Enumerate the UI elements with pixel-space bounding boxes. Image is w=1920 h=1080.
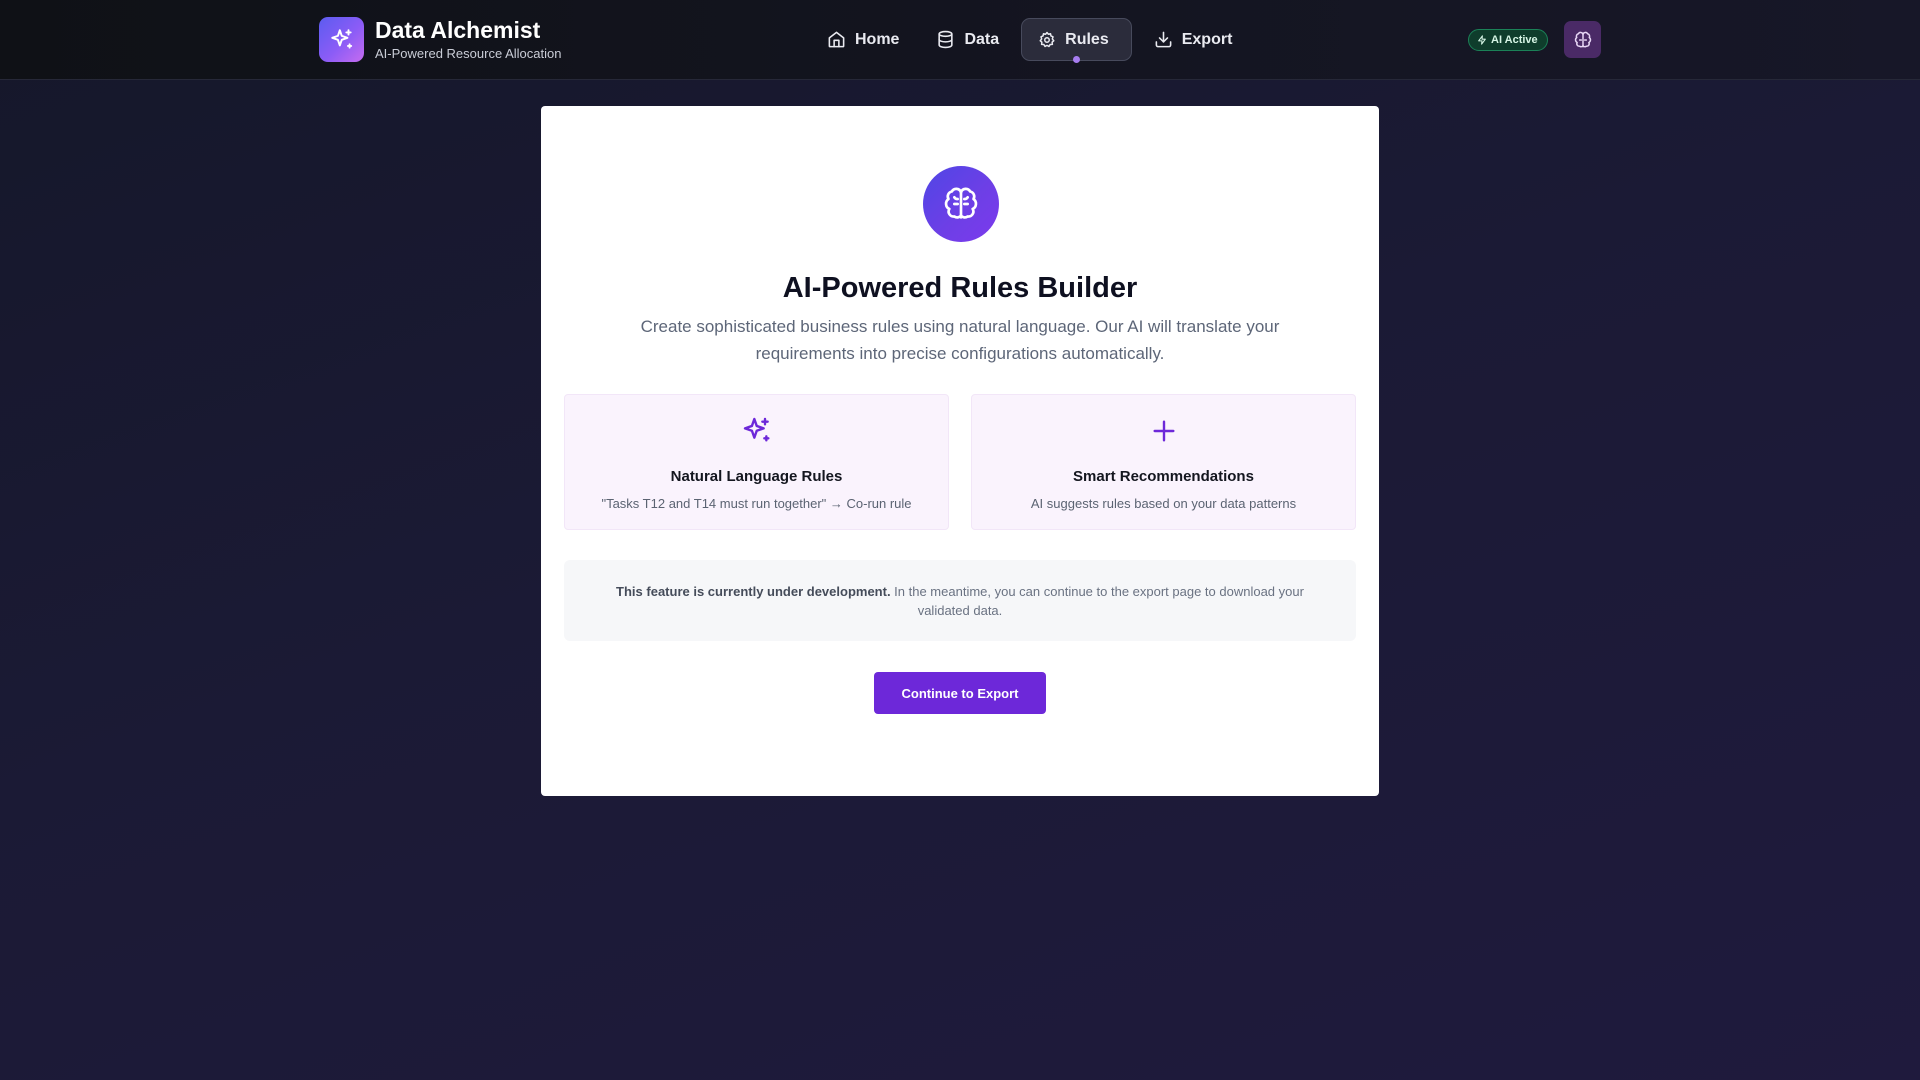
nav-rules-label: Rules [1065,30,1109,48]
development-notice: This feature is currently under developm… [564,560,1356,641]
database-icon [938,30,954,49]
feature-title: Natural Language Rules [670,468,843,485]
notice-bold-text: This feature is currently under developm… [616,584,891,599]
nav-data-label: Data [964,30,1000,48]
nav-home-label: Home [855,30,900,48]
download-icon [1155,31,1172,48]
nav-export[interactable]: Export [1139,18,1248,61]
active-indicator-dot [1073,56,1081,63]
nav-export-label: Export [1181,30,1233,48]
gear-icon [1039,31,1055,47]
brand-subtitle: AI-Powered Resource Allocation [375,46,562,61]
feature-card-smart-recommendations: Smart Recommendations AI suggests rules … [971,394,1356,530]
feature-card-natural-language: Natural Language Rules "Tasks T12 and T1… [564,394,949,530]
nav-data[interactable]: Data [921,18,1014,61]
zap-icon [1478,35,1486,45]
feature-title: Smart Recommendations [1073,468,1254,485]
home-icon [828,31,845,48]
page-description: Create sophisticated business rules usin… [640,317,1280,363]
brand-title: Data Alchemist [375,17,541,43]
brand[interactable]: Data Alchemist AI-Powered Resource Alloc… [319,17,561,62]
main-nav: Home Data Rules Export [812,18,1254,63]
rules-builder-card: AI-Powered Rules Builder Create sophisti… [541,106,1379,796]
notice-text: In the meantime, you can continue to the… [890,584,1304,618]
plus-icon [1152,420,1175,442]
ai-status-label: AI Active [1491,34,1538,46]
sparkles-logo-icon [319,17,364,62]
nav-rules[interactable]: Rules [1021,18,1132,63]
feature-description: AI suggests rules based on your data pat… [1030,496,1297,511]
feature-description: "Tasks T12 and T14 must run together" → … [601,496,912,511]
continue-to-export-button[interactable]: Continue to Export [874,672,1046,714]
sparkles-icon [743,417,770,442]
ai-assistant-button[interactable] [1564,21,1601,58]
ai-status-badge: AI Active [1468,29,1548,51]
page-title: AI-Powered Rules Builder [782,272,1138,304]
top-navbar: Data Alchemist AI-Powered Resource Alloc… [0,0,1920,80]
nav-home[interactable]: Home [812,18,914,61]
brain-icon [1574,31,1591,47]
brain-hero-icon [923,166,999,242]
